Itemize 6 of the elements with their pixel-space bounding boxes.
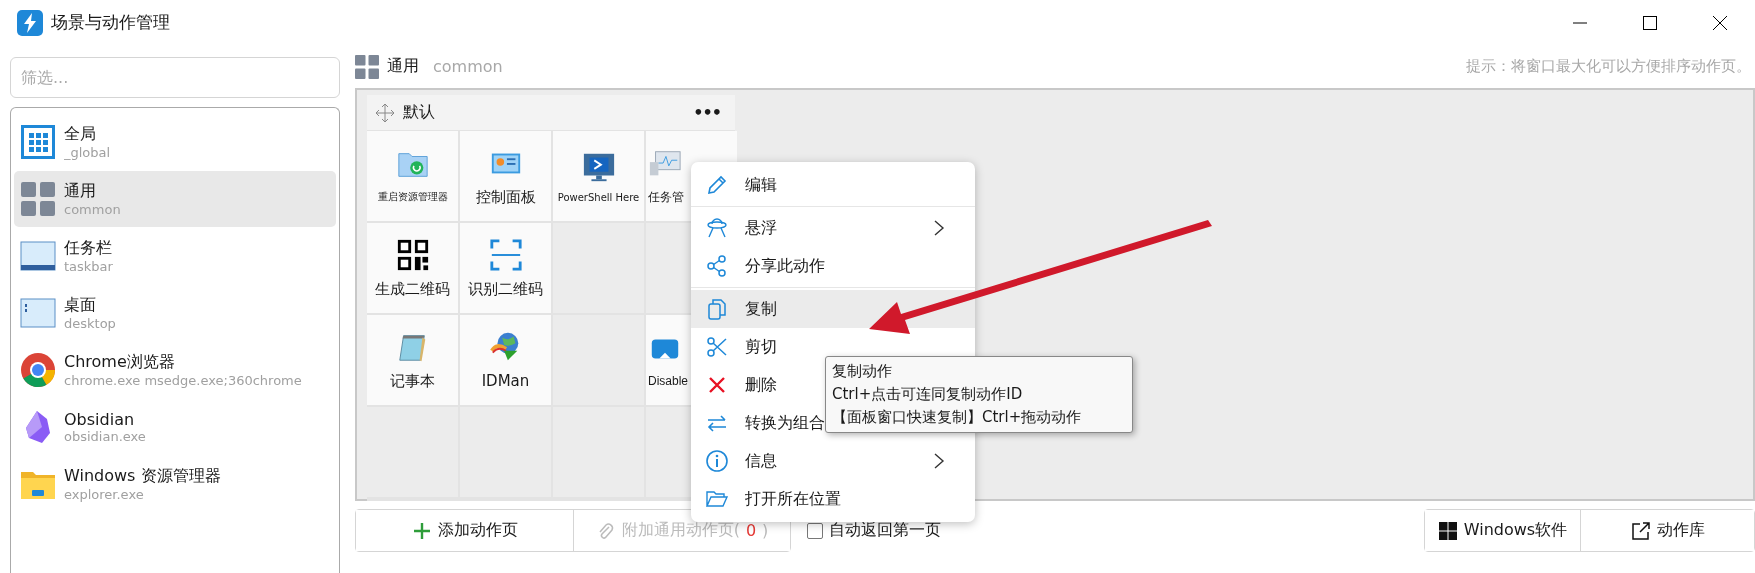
page-group-title: 默认 bbox=[403, 102, 435, 123]
page-title: 通用 bbox=[387, 56, 419, 77]
page-subtitle: common bbox=[433, 57, 503, 76]
window-title: 场景与动作管理 bbox=[51, 11, 170, 34]
tooltip: 复制动作 Ctrl+点击可连同复制动作ID 【面板窗口快速复制】Ctrl+拖动动作 bbox=[825, 356, 1133, 433]
hint-text: 提示：将窗口最大化可以方便排序动作页。 bbox=[1466, 57, 1751, 76]
